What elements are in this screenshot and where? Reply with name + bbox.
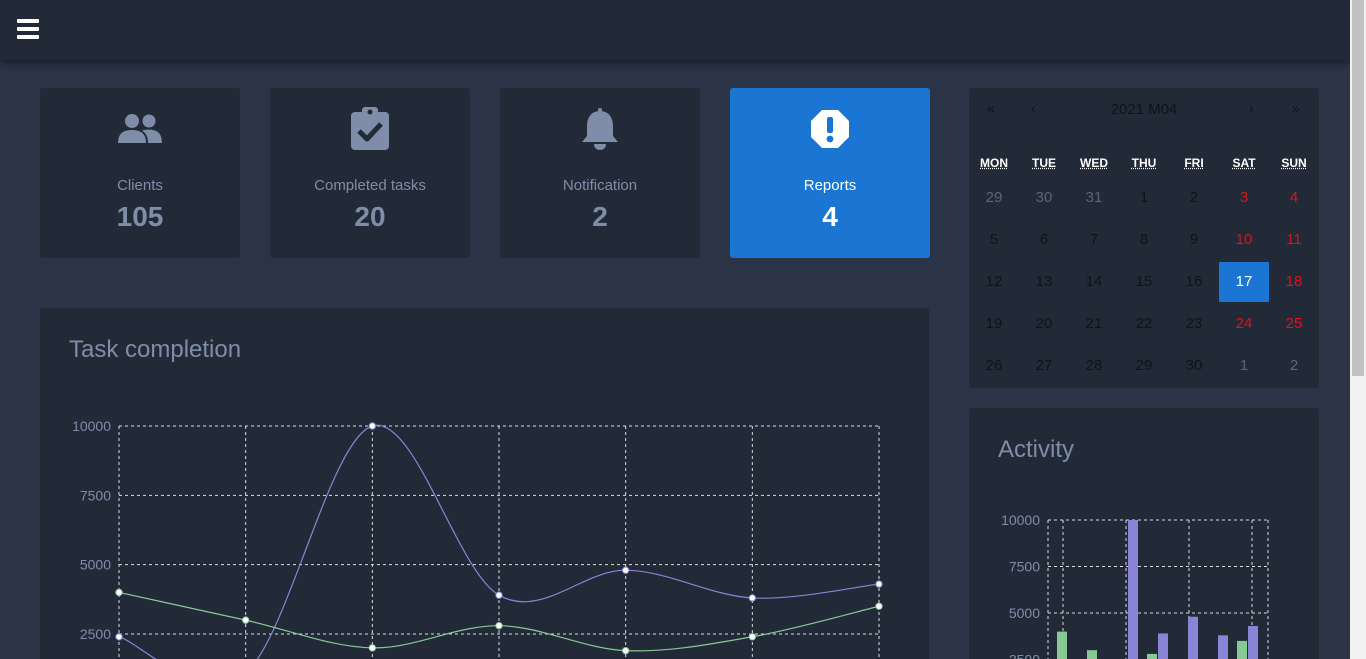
- calendar-title[interactable]: 2021 M04: [969, 101, 1319, 118]
- calendar-day[interactable]: 30: [1169, 346, 1219, 386]
- y-tick-label: 10000: [72, 418, 111, 434]
- y-tick-label: 2500: [80, 626, 111, 642]
- activity-chart: 10000 7500 5000 2500: [1001, 512, 1269, 659]
- weekday-header: SAT: [1232, 156, 1256, 170]
- data-point: [748, 594, 757, 602]
- calendar-next-year-button[interactable]: »: [1292, 100, 1300, 116]
- calendar-day[interactable]: 12: [969, 262, 1019, 302]
- calendar-day[interactable]: 29: [969, 178, 1019, 218]
- card-completed-tasks[interactable]: Completed tasks 20: [270, 88, 470, 258]
- task-completion-chart: 10000 7500 5000 2500: [72, 418, 883, 659]
- y-tick-label: 10000: [1001, 512, 1040, 528]
- data-point: [748, 633, 757, 641]
- calendar-day[interactable]: 1: [1119, 178, 1169, 218]
- weekday-header: FRI: [1184, 156, 1204, 170]
- calendar-day[interactable]: 6: [1019, 220, 1069, 260]
- bar: [1057, 631, 1067, 659]
- calendar-day[interactable]: 24: [1219, 304, 1269, 344]
- calendar-day[interactable]: 15: [1119, 262, 1169, 302]
- y-tick-label: 7500: [1009, 559, 1040, 575]
- data-point: [495, 621, 503, 630]
- calendar-day[interactable]: 2: [1269, 346, 1319, 386]
- calendar-day[interactable]: 16: [1169, 262, 1219, 302]
- calendar-day[interactable]: 3: [1219, 178, 1269, 218]
- calendar-next-month-button[interactable]: ›: [1249, 100, 1254, 116]
- calendar-day[interactable]: 23: [1169, 304, 1219, 344]
- card-label: Reports: [803, 177, 857, 194]
- calendar-day[interactable]: 26: [969, 346, 1019, 386]
- card-reports[interactable]: Reports 4: [730, 88, 930, 258]
- calendar-day[interactable]: 31: [1069, 178, 1119, 218]
- calendar-day[interactable]: 30: [1019, 178, 1069, 218]
- calendar-day[interactable]: 21: [1069, 304, 1119, 344]
- calendar-day[interactable]: 8: [1119, 220, 1169, 260]
- calendar-day[interactable]: 27: [1019, 346, 1069, 386]
- weekday-header: MON: [980, 156, 1008, 170]
- bar: [1218, 635, 1228, 659]
- calendar-day[interactable]: 14: [1069, 262, 1119, 302]
- calendar-day[interactable]: 20: [1019, 304, 1069, 344]
- y-tick-label: 5000: [80, 557, 111, 573]
- card-notification[interactable]: Notification 2: [500, 88, 700, 258]
- bar: [1188, 616, 1198, 659]
- bar: [1128, 520, 1138, 659]
- calendar-day[interactable]: 28: [1069, 346, 1119, 386]
- activity-title: Activity: [998, 436, 1075, 463]
- calendar-day[interactable]: 1: [1219, 346, 1269, 386]
- weekday-header: SUN: [1281, 156, 1307, 170]
- hamburger-icon[interactable]: [17, 19, 39, 39]
- top-bar: [0, 0, 1350, 60]
- y-tick-label: 7500: [80, 487, 111, 503]
- bar: [1158, 633, 1168, 659]
- calendar-day[interactable]: 7: [1069, 220, 1119, 260]
- data-point: [621, 566, 630, 574]
- calendar-day[interactable]: 17: [1219, 262, 1269, 302]
- y-tick-label: 2500: [1009, 652, 1040, 659]
- alert-octagon-icon: [730, 106, 930, 152]
- bar: [1248, 626, 1258, 659]
- calendar-day[interactable]: 18: [1269, 262, 1319, 302]
- weekday-header: WED: [1080, 156, 1108, 170]
- task-completion-title: Task completion: [69, 336, 242, 363]
- calendar-day[interactable]: 29: [1119, 346, 1169, 386]
- calendar-day[interactable]: 22: [1119, 304, 1169, 344]
- calendar-day[interactable]: 19: [969, 304, 1019, 344]
- calendar-day[interactable]: 2: [1169, 178, 1219, 218]
- data-point: [368, 422, 377, 430]
- calendar-day[interactable]: 5: [969, 220, 1019, 260]
- card-clients[interactable]: Clients 105: [40, 88, 240, 258]
- data-point: [241, 616, 250, 624]
- calendar-day[interactable]: 4: [1269, 178, 1319, 218]
- scrollbar[interactable]: [1350, 0, 1366, 659]
- data-point: [875, 602, 883, 610]
- card-label: Completed tasks: [314, 177, 426, 194]
- weekday-header: TUE: [1032, 156, 1056, 170]
- data-point: [495, 591, 503, 599]
- card-value: 20: [354, 201, 386, 232]
- calendar-day[interactable]: 25: [1269, 304, 1319, 344]
- data-point: [621, 646, 630, 655]
- calendar-day[interactable]: 10: [1219, 220, 1269, 260]
- y-tick-label: 5000: [1009, 605, 1040, 621]
- card-value: 2: [592, 201, 608, 232]
- weekday-header: THU: [1131, 156, 1157, 170]
- calendar-day[interactable]: 13: [1019, 262, 1069, 302]
- data-point: [115, 588, 123, 597]
- calendar-day[interactable]: 9: [1169, 220, 1219, 260]
- card-label: Clients: [117, 177, 163, 194]
- bar: [1147, 653, 1157, 659]
- data-point: [115, 633, 123, 641]
- card-value: 105: [116, 201, 164, 232]
- card-value: 4: [822, 201, 838, 232]
- clipboard-check-icon: [270, 106, 470, 152]
- bar: [1087, 650, 1097, 659]
- bell-icon: [500, 106, 700, 152]
- scrollbar-thumb[interactable]: [1352, 0, 1364, 376]
- calendar-day[interactable]: 11: [1269, 220, 1319, 260]
- bar: [1237, 640, 1247, 659]
- users-icon: [40, 106, 240, 152]
- data-point: [368, 644, 377, 652]
- card-label: Notification: [562, 177, 638, 194]
- data-point: [875, 580, 883, 588]
